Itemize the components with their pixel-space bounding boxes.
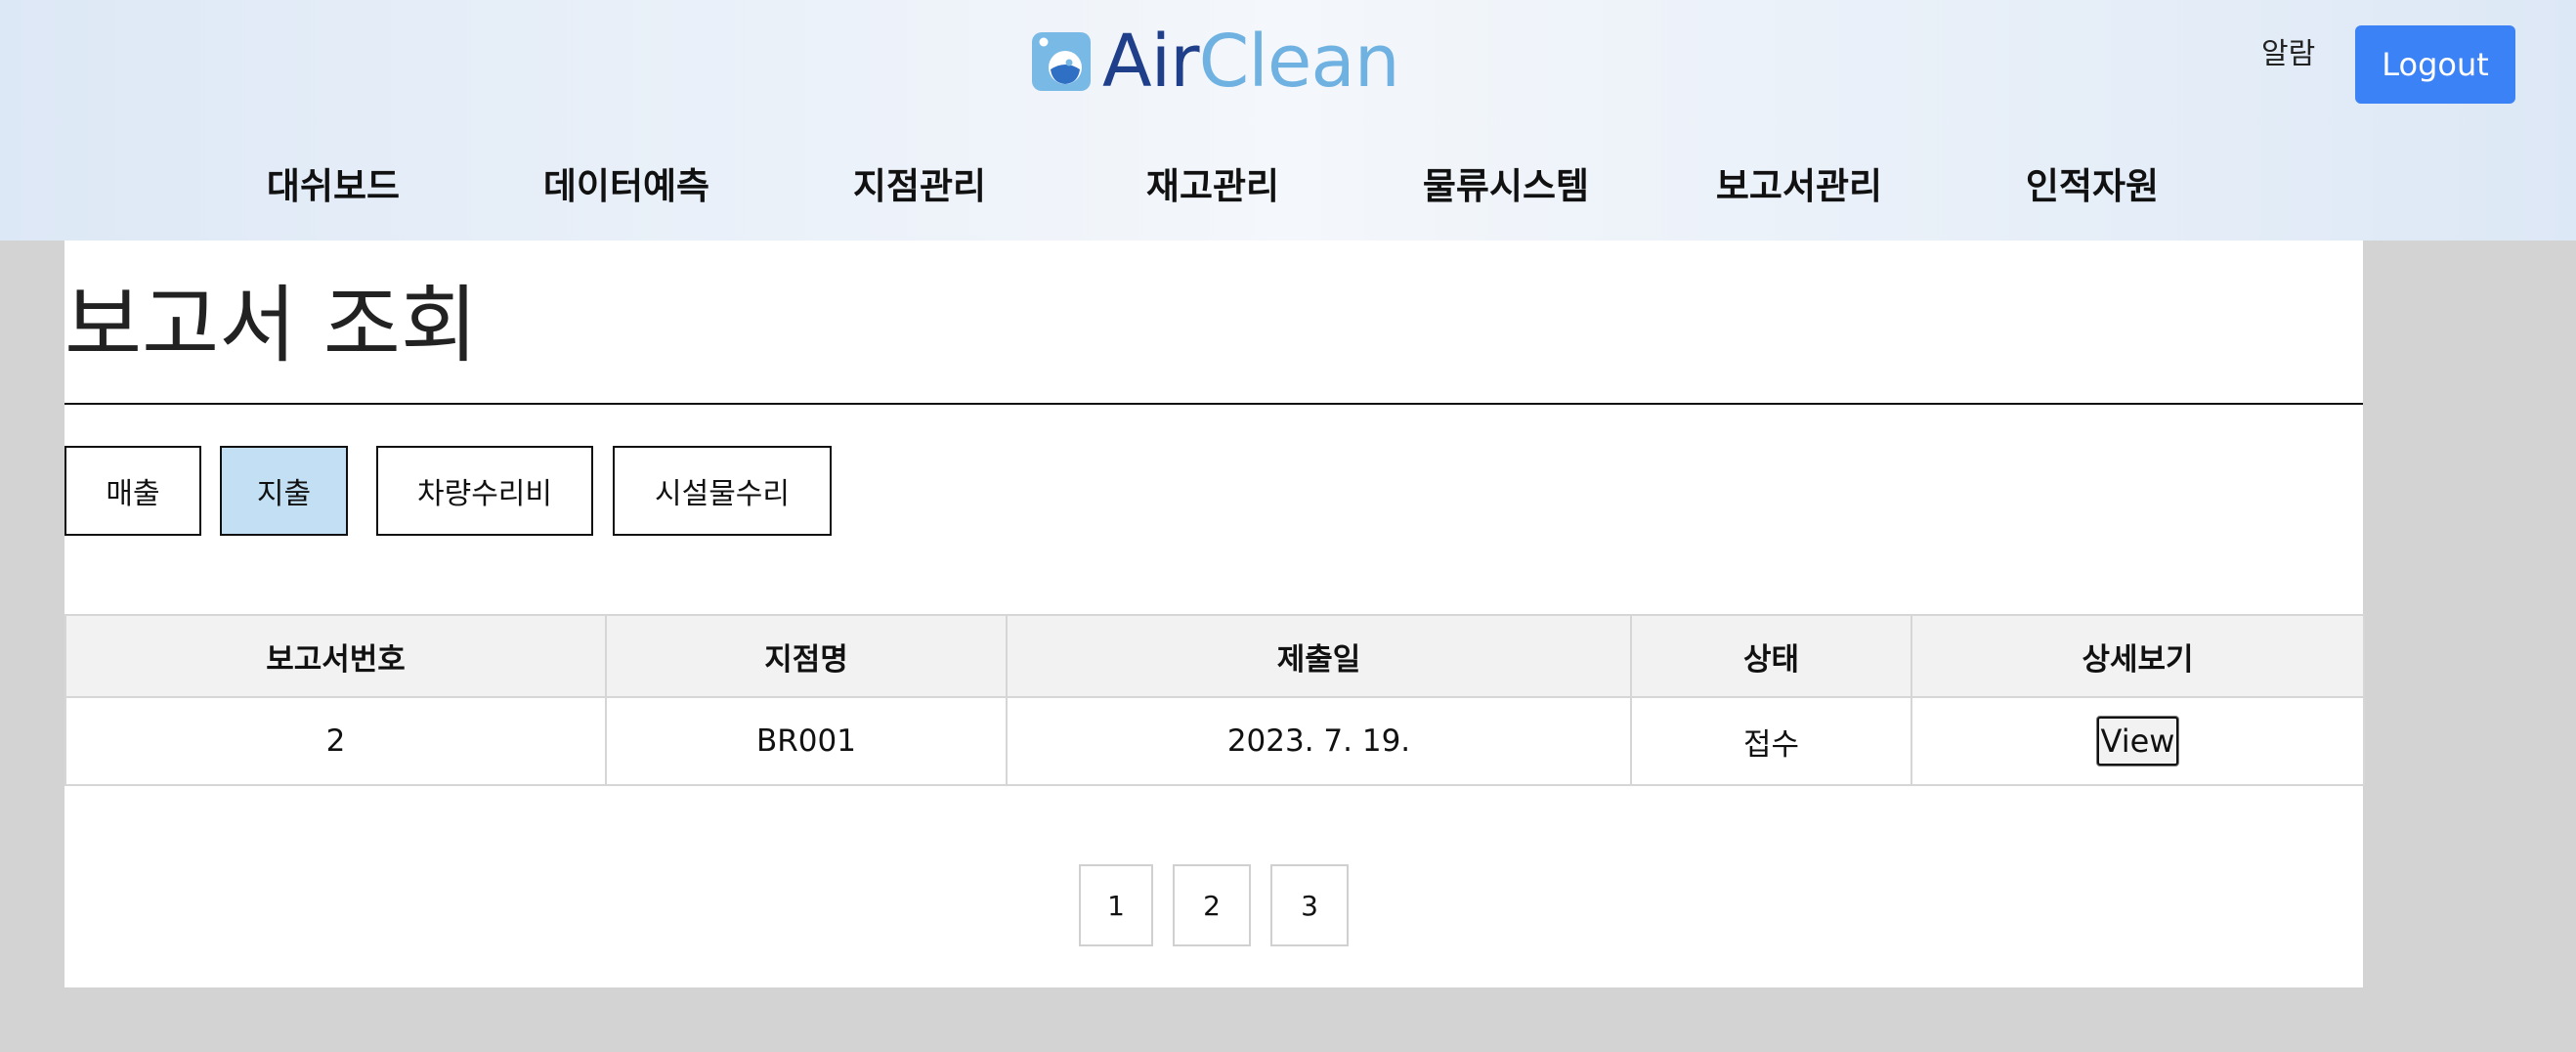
column-header-branch: 지점명 (605, 614, 1008, 698)
nav-item-human-resources[interactable]: 인적자원 (1946, 156, 2239, 209)
cell-status: 접수 (1630, 696, 1912, 786)
logo-clean-text: Clean (1198, 20, 1400, 104)
nav-item-inventory-management[interactable]: 재고관리 (1066, 156, 1359, 209)
alarm-link[interactable]: 알람 (2261, 29, 2315, 72)
nav-item-logistics-system[interactable]: 물류시스템 (1359, 156, 1653, 209)
pagination: 1 2 3 (64, 864, 2363, 946)
cell-submit-date: 2023. 7. 19. (1006, 696, 1632, 786)
table-row: 2 BR001 2023. 7. 19. 접수 View (64, 696, 2365, 786)
nav-item-data-prediction[interactable]: 데이터예측 (480, 156, 773, 209)
nav-item-dashboard[interactable]: 대쉬보드 (187, 156, 480, 209)
cell-detail: View (1911, 696, 2365, 786)
airclean-logo[interactable]: AirClean (1030, 23, 1400, 100)
column-header-detail: 상세보기 (1911, 614, 2365, 698)
table-header-row: 보고서번호 지점명 제출일 상태 상세보기 (64, 614, 2365, 698)
column-header-submit-date: 제출일 (1006, 614, 1632, 698)
filter-facility-repair-button[interactable]: 시설물수리 (613, 446, 832, 536)
logo-wordmark: AirClean (1102, 25, 1400, 98)
page-button-3[interactable]: 3 (1270, 864, 1349, 946)
view-button[interactable]: View (2096, 717, 2179, 766)
column-header-report-no: 보고서번호 (64, 614, 607, 698)
page-button-1[interactable]: 1 (1079, 864, 1153, 946)
report-table: 보고서번호 지점명 제출일 상태 상세보기 2 BR001 2023. 7. 1… (64, 614, 2365, 786)
washing-machine-icon (1032, 32, 1091, 91)
logo-air-text: Air (1102, 20, 1200, 104)
cell-branch: BR001 (605, 696, 1008, 786)
logout-button[interactable]: Logout (2355, 25, 2515, 104)
filter-vehicle-repair-button[interactable]: 차량수리비 (376, 446, 593, 536)
page-button-2[interactable]: 2 (1173, 864, 1251, 946)
filter-sales-button[interactable]: 매출 (64, 446, 201, 536)
filter-expense-button[interactable]: 지출 (220, 446, 348, 536)
nav-item-report-management[interactable]: 보고서관리 (1653, 156, 1946, 209)
main-nav: 대쉬보드 데이터예측 지점관리 재고관리 물류시스템 보고서관리 인적자원 (0, 156, 2576, 215)
page-title: 보고서 조회 (64, 277, 478, 374)
app-header: AirClean 알람 Logout 대쉬보드 데이터예측 지점관리 재고관리 … (0, 0, 2576, 241)
column-header-status: 상태 (1630, 614, 1912, 698)
nav-item-branch-management[interactable]: 지점관리 (773, 156, 1066, 209)
report-content-panel: 보고서 조회 매출 지출 차량수리비 시설물수리 보고서번호 지점명 제출일 상… (64, 241, 2365, 987)
cell-report-no: 2 (64, 696, 607, 786)
title-divider (64, 403, 2363, 405)
